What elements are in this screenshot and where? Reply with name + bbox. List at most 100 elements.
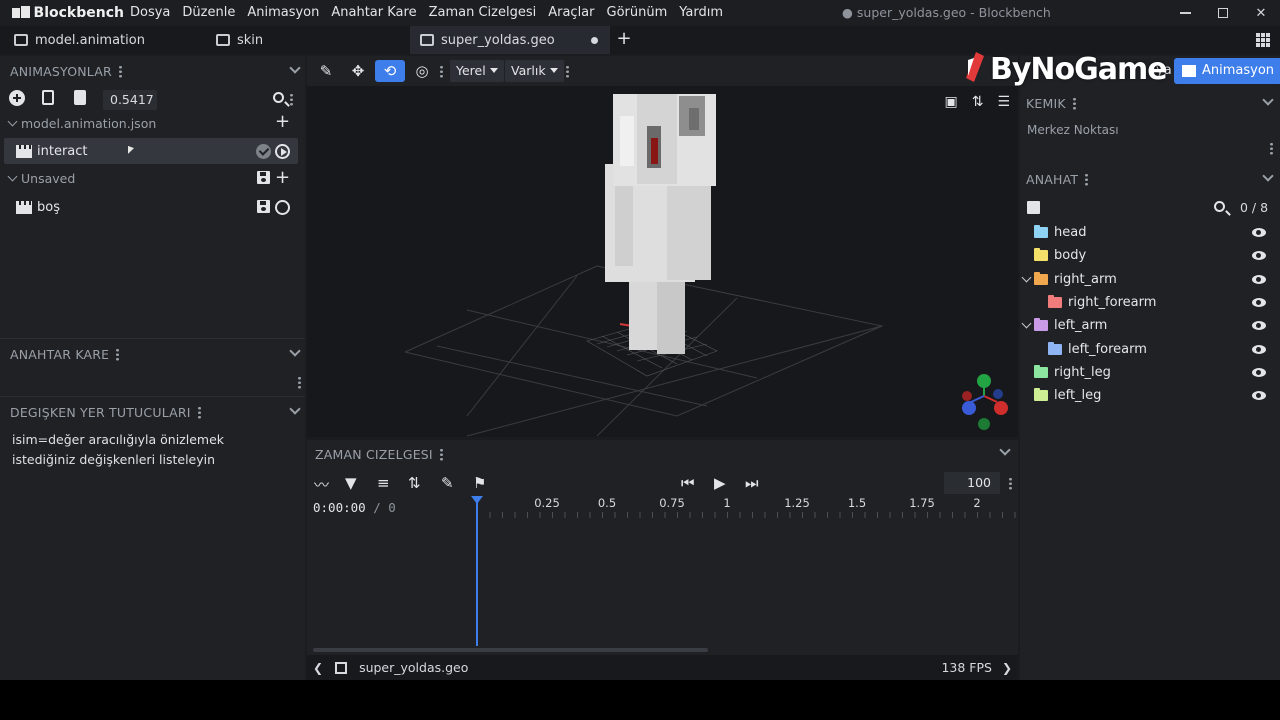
visibility-eye-icon[interactable] xyxy=(1252,344,1266,354)
menu-file[interactable]: Dosya xyxy=(124,0,176,26)
collapse-chevron-icon[interactable] xyxy=(289,62,301,74)
close-button[interactable]: ✕ xyxy=(1242,0,1280,26)
mode-button-animate[interactable]: Animasyon xyxy=(1174,58,1280,84)
expand-chevron-icon[interactable] xyxy=(1021,272,1032,283)
menu-keyframe[interactable]: Anahtar Kare xyxy=(325,0,422,26)
outliner-toggle-icon[interactable] xyxy=(1027,201,1040,214)
group-expand-chevron-icon[interactable] xyxy=(7,171,18,182)
outliner-node-left-leg[interactable]: left_leg xyxy=(1020,384,1280,407)
graph-editor-icon[interactable]: 〰 xyxy=(314,474,329,495)
save-animation-file-icon[interactable] xyxy=(74,90,86,105)
timeline-ruler[interactable]: 0.25 0.5 0.75 1 1.25 1.5 1.75 2 xyxy=(477,496,1017,518)
marker-flag-icon[interactable]: ⚑ xyxy=(473,474,486,492)
vertex-snap-icon[interactable]: ◎ xyxy=(409,60,435,82)
tab-super-yoldas-geo[interactable]: super_yoldas.geo xyxy=(410,26,610,54)
add-animation-icon[interactable] xyxy=(9,90,25,106)
more-icon[interactable] xyxy=(290,93,293,106)
menu-tools[interactable]: Araçlar xyxy=(542,0,600,26)
unsaved-dot-icon[interactable] xyxy=(591,37,598,44)
view-mode-icon[interactable]: ⇅ xyxy=(972,94,984,110)
more-icon[interactable] xyxy=(197,406,201,419)
chevron-left-icon[interactable]: ❮ xyxy=(313,661,323,675)
animation-group-label[interactable]: model.animation.json xyxy=(21,116,156,131)
rotate-tool-icon[interactable]: ⟲ xyxy=(375,60,405,82)
save-icon[interactable] xyxy=(257,200,270,213)
timeline-scrollbar[interactable] xyxy=(313,648,708,652)
more-icon[interactable] xyxy=(298,376,301,389)
save-icon[interactable] xyxy=(257,171,270,184)
move-tool-icon[interactable]: ✥ xyxy=(345,60,371,82)
variable-placeholders-text[interactable]: isim=değer aracılığıyla önizlemek istedi… xyxy=(12,430,282,470)
sort-icon[interactable]: ⇅ xyxy=(408,474,421,492)
import-animation-icon[interactable] xyxy=(42,90,54,105)
outliner-node-right-forearm[interactable]: right_forearm xyxy=(1020,291,1280,314)
restore-button[interactable] xyxy=(1204,0,1242,26)
menu-icon[interactable]: ☰ xyxy=(997,94,1010,110)
visibility-eye-icon[interactable] xyxy=(1252,274,1266,284)
more-icon[interactable] xyxy=(1270,142,1273,155)
chevron-right-icon[interactable]: ❯ xyxy=(1002,661,1012,675)
collapse-chevron-icon[interactable] xyxy=(1262,170,1274,182)
menu-animation[interactable]: Animasyon xyxy=(241,0,325,26)
pivot-point-label[interactable]: Merkez Noktası xyxy=(1027,123,1119,137)
saved-check-icon[interactable] xyxy=(256,144,271,159)
animation-length-field[interactable]: 0.5417 xyxy=(103,90,157,110)
menu-view[interactable]: Görünüm xyxy=(601,0,674,26)
orientation-gizmo[interactable] xyxy=(962,374,1008,430)
expand-chevron-icon[interactable] xyxy=(1021,318,1032,329)
animation-item-bos[interactable]: boş xyxy=(4,194,298,220)
menu-help[interactable]: Yardım xyxy=(673,0,729,26)
search-icon[interactable] xyxy=(273,92,284,103)
visibility-eye-icon[interactable] xyxy=(1252,367,1266,377)
visibility-eye-icon[interactable] xyxy=(1252,297,1266,307)
more-icon[interactable] xyxy=(1009,477,1012,490)
collapse-chevron-icon[interactable] xyxy=(999,444,1011,456)
animation-group-label[interactable]: Unsaved xyxy=(21,171,75,186)
skip-forward-icon[interactable]: ⏭ xyxy=(745,474,759,492)
play-icon[interactable] xyxy=(275,144,290,159)
add-icon[interactable]: + xyxy=(275,169,290,187)
rotation-space-dropdown[interactable]: Varlık xyxy=(505,60,564,82)
more-icon[interactable] xyxy=(439,448,443,461)
visibility-eye-icon[interactable] xyxy=(1252,228,1266,237)
more-icon[interactable] xyxy=(118,65,122,78)
tab-model-animation[interactable]: model.animation xyxy=(14,26,204,54)
outliner-node-right-leg[interactable]: right_leg xyxy=(1020,361,1280,384)
more-icon[interactable] xyxy=(1072,97,1076,110)
brush-icon[interactable]: ✎ xyxy=(441,474,454,492)
3d-viewport[interactable]: ▣ ⇅ ☰ xyxy=(307,86,1018,437)
add-icon[interactable]: + xyxy=(275,113,290,131)
apps-grid-icon[interactable] xyxy=(1256,33,1270,47)
outliner-node-left-forearm[interactable]: left_forearm xyxy=(1020,338,1280,361)
outliner-node-right-arm[interactable]: right_arm xyxy=(1020,268,1280,291)
more-icon[interactable] xyxy=(440,65,443,78)
screenshot-icon[interactable]: ▣ xyxy=(944,94,957,110)
transform-space-dropdown[interactable]: Yerel xyxy=(450,60,504,82)
timeline-zoom-field[interactable]: 100 xyxy=(944,472,1000,494)
animation-item-interact[interactable]: interact xyxy=(4,138,298,164)
menu-timeline[interactable]: Zaman Cizelgesi xyxy=(423,0,543,26)
search-icon[interactable] xyxy=(1214,201,1225,212)
visibility-eye-icon[interactable] xyxy=(1252,391,1266,401)
skip-back-icon[interactable]: ⏮ xyxy=(681,474,695,492)
align-icon[interactable]: ≡ xyxy=(377,474,390,492)
outliner-node-head[interactable]: head xyxy=(1020,221,1280,244)
more-icon[interactable] xyxy=(566,65,569,78)
visibility-eye-icon[interactable] xyxy=(1252,321,1266,331)
collapse-chevron-icon[interactable] xyxy=(289,403,301,415)
character-model[interactable] xyxy=(605,94,716,354)
new-tab-button[interactable]: + xyxy=(614,26,634,54)
playhead[interactable] xyxy=(471,496,483,646)
filter-icon[interactable]: ▼ xyxy=(345,474,357,492)
tab-skin[interactable]: skin xyxy=(216,26,406,54)
play-icon[interactable]: ▶ xyxy=(714,474,726,492)
collapse-chevron-icon[interactable] xyxy=(1262,94,1274,106)
outliner-node-body[interactable]: body xyxy=(1020,244,1280,267)
more-icon[interactable] xyxy=(116,348,120,361)
more-icon[interactable] xyxy=(1085,173,1089,186)
minimize-button[interactable] xyxy=(1166,0,1204,26)
play-circle-icon[interactable] xyxy=(275,200,290,215)
visibility-eye-icon[interactable] xyxy=(1252,251,1266,261)
group-expand-chevron-icon[interactable] xyxy=(7,116,18,127)
pivot-tool-icon[interactable]: ✎ xyxy=(313,60,339,82)
